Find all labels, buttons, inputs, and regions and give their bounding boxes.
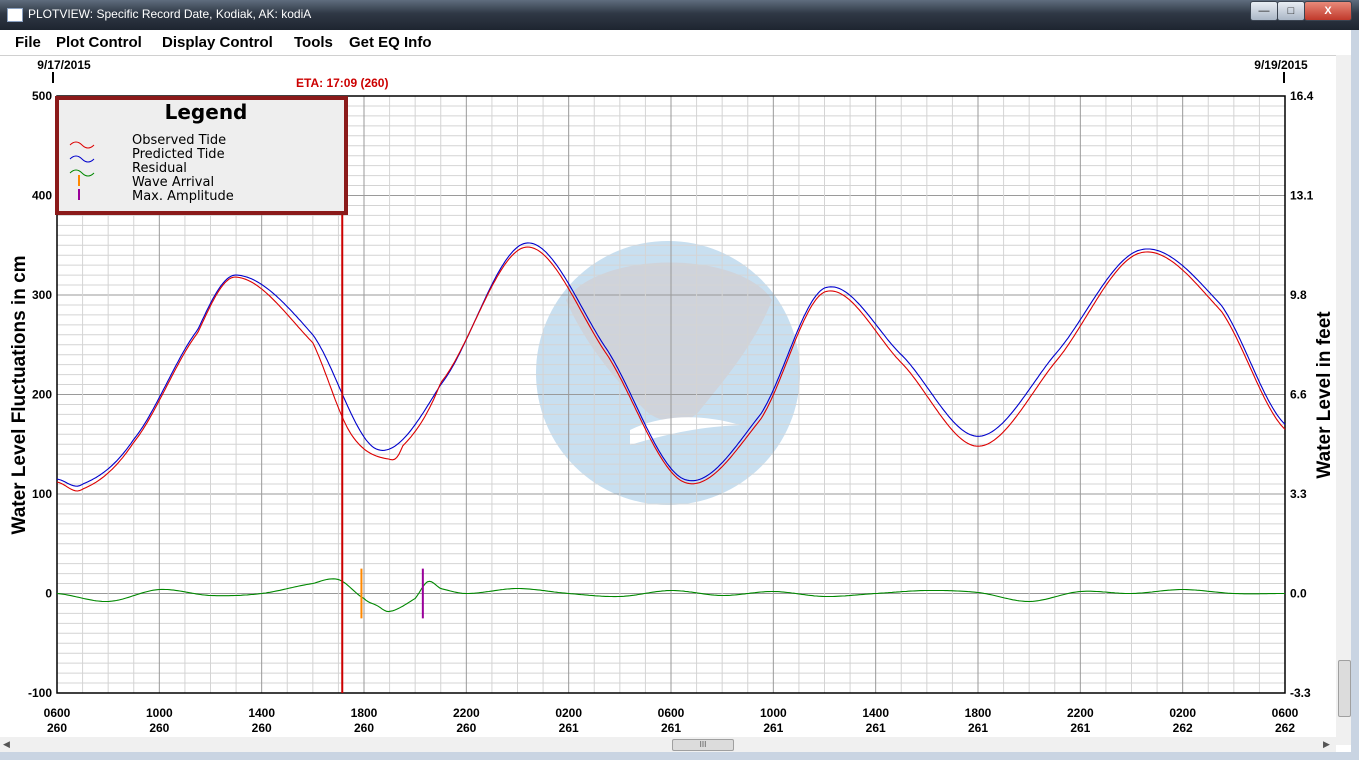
x-tick-time-label: 1800	[965, 706, 992, 720]
y-tick-right-label: 6.6	[1290, 388, 1307, 402]
y-tick-left-label: 0	[45, 587, 52, 601]
scroll-left-arrow-icon[interactable]: ◀	[3, 739, 10, 750]
eta-label: ETA: 17:09 (260)	[296, 76, 388, 90]
y-tick-right-label: 3.3	[1290, 487, 1307, 501]
x-tick-time-label: 1400	[862, 706, 889, 720]
x-tick-time-label: 0200	[555, 706, 582, 720]
x-tick-day-label: 260	[354, 721, 374, 735]
minimize-button[interactable]: —	[1250, 1, 1278, 21]
y-axis-right-label: Water Level in feet	[1314, 311, 1335, 479]
menu-bar: File Plot Control Display Control Tools …	[0, 30, 1359, 56]
x-tick-day-label: 261	[763, 721, 783, 735]
x-tick-day-label: 262	[1275, 721, 1295, 735]
y-axis-left-label: Water Level Fluctuations in cm	[9, 255, 30, 534]
y-tick-left-label: 400	[32, 189, 52, 203]
y-axis-right: 16.4 13.1 9.8 6.6 3.3 0.0 -3.3	[1290, 89, 1314, 700]
y-axis-left: 500 400 300 200 100 0 -100	[28, 89, 52, 700]
end-date-label: 9/19/2015	[1254, 58, 1308, 72]
window-frame-bottom	[0, 752, 1359, 760]
menu-get-eq-info[interactable]: Get EQ Info	[349, 34, 432, 51]
x-tick-time-label: 1400	[248, 706, 275, 720]
horizontal-scrollbar-thumb[interactable]: III	[672, 739, 734, 751]
vertical-scrollbar[interactable]	[1336, 55, 1351, 745]
x-tick-day-label: 260	[149, 721, 169, 735]
legend-item-predicted: Predicted Tide	[132, 147, 225, 162]
x-tick-time-label: 0200	[1169, 706, 1196, 720]
y-tick-left-label: 500	[32, 89, 52, 103]
window-title: PLOTVIEW: Specific Record Date, Kodiak, …	[28, 7, 312, 21]
horizontal-scrollbar[interactable]: ◀ III ▶	[0, 737, 1336, 752]
legend-item-wave-arrival: Wave Arrival	[132, 175, 214, 190]
x-tick-day-label: 260	[47, 721, 67, 735]
scroll-right-arrow-icon[interactable]: ▶	[1323, 739, 1330, 750]
x-tick-time-label: 1000	[146, 706, 173, 720]
menu-plot-control[interactable]: Plot Control	[56, 34, 142, 51]
x-tick-time-label: 2200	[1067, 706, 1094, 720]
x-tick-day-label: 261	[866, 721, 886, 735]
y-tick-left-label: 200	[32, 388, 52, 402]
legend: Legend Observed Tide Predicted Tide Resi…	[55, 96, 348, 215]
x-tick-time-label: 2200	[453, 706, 480, 720]
y-tick-left-label: 100	[32, 487, 52, 501]
x-tick-day-label: 260	[456, 721, 476, 735]
x-tick-time-label: 0600	[658, 706, 685, 720]
y-tick-right-label: -3.3	[1290, 686, 1311, 700]
legend-item-residual: Residual	[132, 161, 187, 176]
window-titlebar: PLOTVIEW: Specific Record Date, Kodiak, …	[0, 0, 1359, 30]
maximize-button[interactable]: □	[1277, 1, 1305, 21]
x-tick-day-label: 260	[252, 721, 272, 735]
x-tick-day-label: 261	[661, 721, 681, 735]
x-tick-day-label: 261	[1070, 721, 1090, 735]
app-icon	[7, 8, 23, 22]
menu-display-control[interactable]: Display Control	[162, 34, 273, 51]
y-tick-right-label: 0.0	[1290, 587, 1307, 601]
x-tick-time-label: 1000	[760, 706, 787, 720]
vertical-scrollbar-thumb[interactable]	[1338, 660, 1351, 717]
x-tick-time-label: 0600	[1272, 706, 1299, 720]
legend-item-observed: Observed Tide	[132, 133, 226, 148]
legend-title: Legend	[165, 100, 248, 124]
x-tick-time-label: 0600	[44, 706, 71, 720]
y-tick-right-label: 9.8	[1290, 288, 1307, 302]
x-tick-day-label: 261	[559, 721, 579, 735]
x-axis: 0600260100026014002601800260220026002002…	[44, 706, 1299, 735]
y-tick-left-label: -100	[28, 686, 52, 700]
start-date-label: 9/17/2015	[37, 58, 91, 72]
x-tick-time-label: 1800	[351, 706, 378, 720]
menu-tools[interactable]: Tools	[294, 34, 333, 51]
legend-item-max-amplitude: Max. Amplitude	[132, 189, 234, 204]
close-button[interactable]: X	[1304, 1, 1352, 21]
y-tick-left-label: 300	[32, 288, 52, 302]
x-tick-day-label: 261	[968, 721, 988, 735]
x-tick-day-label: 262	[1173, 721, 1193, 735]
menu-file[interactable]: File	[15, 34, 41, 51]
y-tick-right-label: 13.1	[1290, 189, 1314, 203]
window-frame-right	[1351, 30, 1359, 760]
tide-plot: 5004003002001000-100 16.413.19.86.63.30.…	[9, 58, 1335, 735]
y-tick-right-label: 16.4	[1290, 89, 1314, 103]
